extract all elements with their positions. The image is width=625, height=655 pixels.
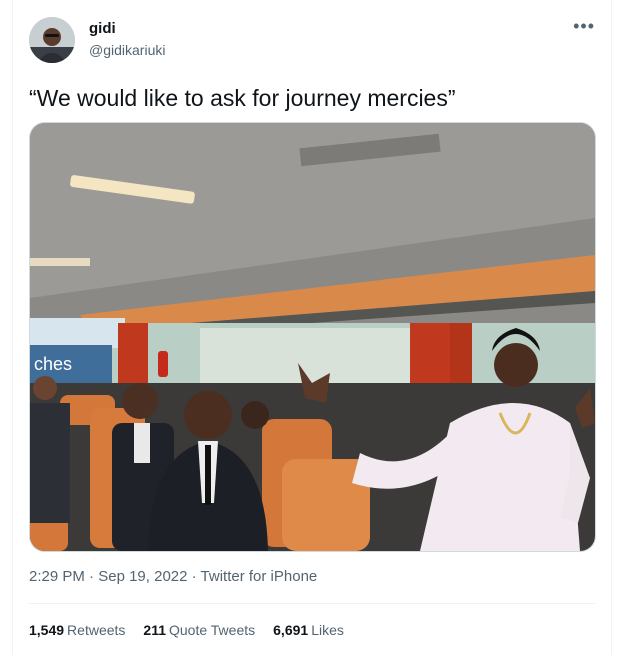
quote-tweets-count: 211 [143,622,166,638]
retweets-stat[interactable]: 1,549 Retweets [29,622,125,638]
display-name[interactable]: gidi [89,20,116,37]
bus-interior-photo: ches [30,123,595,551]
tweet-stats: 1,549 Retweets 211 Quote Tweets 6,691 Likes [29,622,344,638]
likes-stat[interactable]: 6,691 Likes [273,622,344,638]
retweets-count: 1,549 [29,622,65,638]
tweet-date[interactable]: Sep 19, 2022 [98,568,187,585]
separator: · [191,568,197,585]
tweet-time[interactable]: 2:29 PM [29,568,85,585]
tweet-meta: 2:29 PM · Sep 19, 2022 · Twitter for iPh… [29,568,317,585]
quote-tweets-stat[interactable]: 211 Quote Tweets [143,622,255,638]
user-handle[interactable]: @gidikariuki [89,42,165,58]
quote-tweets-label: Quote Tweets [169,622,256,638]
more-dots-icon[interactable]: ••• [573,17,595,35]
tweet-source[interactable]: Twitter for iPhone [201,568,318,585]
likes-count: 6,691 [273,622,309,638]
retweets-label: Retweets [67,622,126,638]
divider [29,603,595,604]
avatar[interactable] [29,17,75,63]
tweet-card: gidi @gidikariuki ••• “We would like to … [12,0,612,655]
separator: · [89,568,95,585]
tweet-text: “We would like to ask for journey mercie… [29,85,456,111]
avatar-photo [29,17,75,63]
tweet-photo[interactable]: ches [29,122,596,552]
likes-label: Likes [311,622,344,638]
bus-sign-text: ches [34,354,72,374]
